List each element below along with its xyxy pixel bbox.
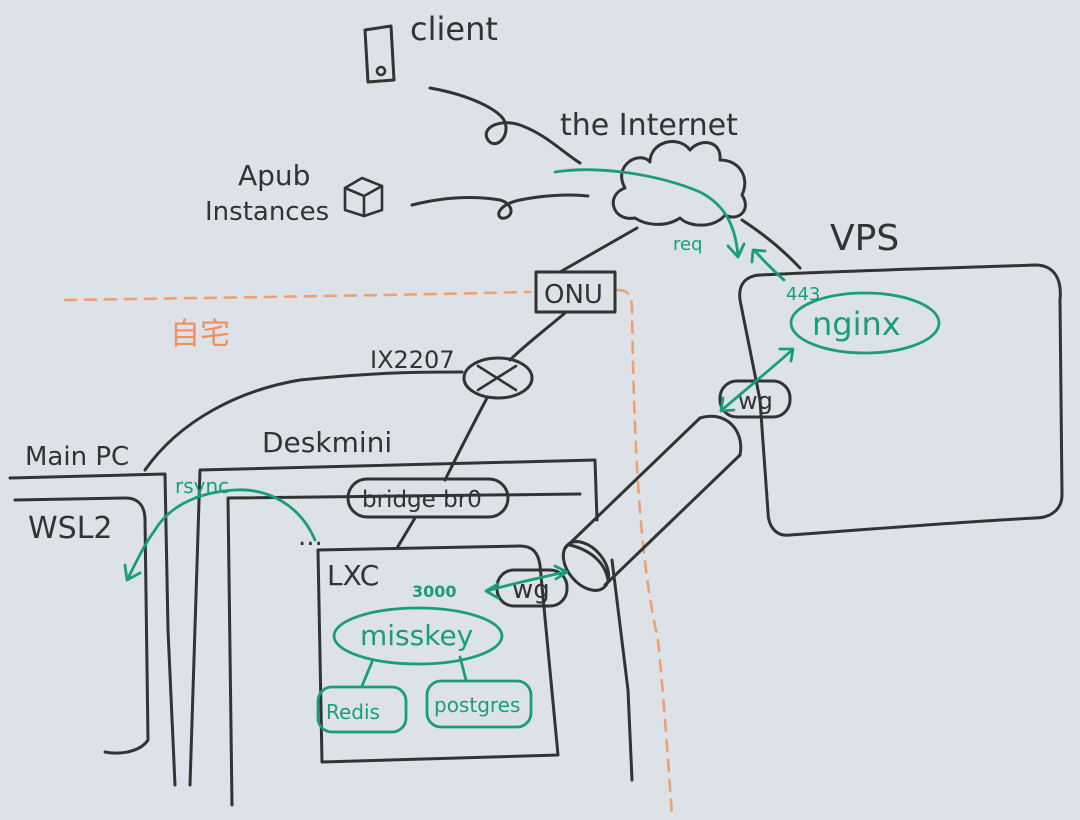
- req-label: req: [673, 234, 703, 255]
- internet-label: the Internet: [560, 108, 738, 143]
- port-3000-label: 3000: [412, 582, 457, 601]
- deskmini-label: Deskmini: [262, 426, 392, 459]
- router-icon: [462, 356, 534, 400]
- bridge-label: bridge br0: [362, 487, 482, 513]
- vps-box: [738, 263, 1064, 537]
- phone-icon: [363, 24, 396, 84]
- vps-label: VPS: [830, 218, 899, 259]
- diagram-canvas: client the Internet Apub Instances VPS O…: [8, 10, 1064, 817]
- misskey-label: misskey: [360, 619, 473, 652]
- redis-label: Redis: [326, 700, 380, 724]
- client-label: client: [410, 10, 498, 48]
- deskmini-side: [610, 558, 634, 782]
- internet-onu-link: [558, 226, 639, 274]
- misskey-redis-link: [360, 660, 374, 688]
- rsync-flow: [126, 488, 317, 580]
- mainpc-label: Main PC: [25, 442, 129, 472]
- nginx-label: nginx: [812, 305, 901, 343]
- onu-router-link: [508, 311, 567, 362]
- apub-label-line2: Instances: [205, 197, 329, 227]
- home-label: 自宅: [170, 317, 230, 352]
- onu-label: ONU: [544, 280, 603, 310]
- router-bridge-link: [443, 396, 489, 482]
- home-boundary: [63, 288, 674, 817]
- lxc-label: LXC: [327, 559, 379, 592]
- network-diagram: client the Internet Apub Instances VPS O…: [0, 0, 1080, 820]
- bridge-lxc-link: [395, 516, 417, 550]
- rsync-label: rsync: [175, 474, 229, 498]
- apub-label-line1: Apub: [238, 159, 310, 192]
- req-flow: [553, 168, 740, 257]
- ellipsis-label: ...: [298, 522, 323, 552]
- postgres-label: postgres: [434, 693, 520, 717]
- wsl2-label: WSL2: [28, 511, 113, 546]
- router-label: IX2207: [370, 346, 455, 374]
- cube-icon: [343, 176, 384, 218]
- apub-connection: [410, 193, 590, 220]
- port-443-label: 443: [786, 284, 820, 305]
- client-connection: [428, 86, 582, 165]
